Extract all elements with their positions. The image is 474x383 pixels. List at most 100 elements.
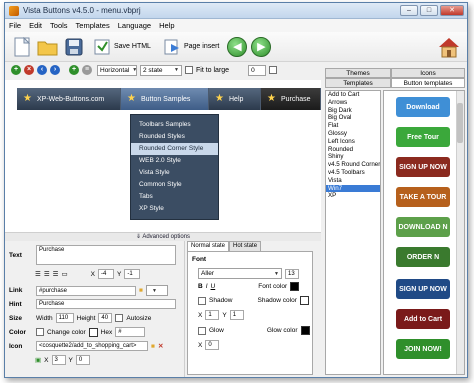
folder-icon[interactable]: ■	[151, 343, 155, 350]
hex-input[interactable]: #	[115, 327, 146, 337]
italic-icon[interactable]: I	[206, 283, 208, 290]
tab-hot-state[interactable]: Hot state	[229, 241, 262, 251]
tab-normal-state[interactable]: Normal state	[187, 241, 230, 251]
icon-path-input[interactable]: <cosquette2/add_to_shopping_cart>	[36, 341, 148, 351]
menu-templates[interactable]: Templates	[76, 21, 110, 30]
add-button[interactable]: +	[11, 65, 21, 75]
underline-icon[interactable]: U	[211, 283, 216, 290]
menu-file[interactable]: File	[9, 21, 21, 30]
scrollbar-thumb[interactable]	[457, 103, 463, 143]
theme-item[interactable]: Add to Cart	[326, 91, 380, 99]
align-right-icon[interactable]: ☰	[53, 270, 59, 278]
glow-checkbox[interactable]	[198, 326, 206, 335]
submenu-options-button[interactable]: ≡	[82, 65, 92, 75]
theme-item[interactable]: Big Dark	[326, 107, 380, 115]
move-left-button[interactable]: ‹	[37, 65, 47, 75]
theme-item[interactable]: Flat	[326, 122, 380, 130]
theme-item[interactable]: v4.5 Round Corner	[326, 161, 380, 169]
change-color-checkbox[interactable]	[36, 328, 44, 336]
advanced-options-toggle[interactable]: ⇓ Advanced options	[5, 232, 321, 241]
submenu-item[interactable]: Toolbars Samples	[131, 119, 218, 131]
save-button[interactable]	[63, 36, 85, 58]
bold-icon[interactable]: B	[198, 283, 203, 290]
theme-item-selected[interactable]: Win7	[326, 184, 380, 193]
menu-tools[interactable]: Tools	[50, 21, 68, 30]
back-button[interactable]: ◀	[227, 36, 248, 57]
theme-item[interactable]: Left Icons	[326, 138, 380, 146]
theme-item[interactable]: XP	[326, 192, 380, 200]
open-folder-button[interactable]	[37, 36, 59, 58]
maximize-button[interactable]: □	[420, 5, 438, 16]
template-button[interactable]: SIGN UP NOW	[396, 157, 450, 177]
tab-button-templates[interactable]: Button templates	[391, 78, 465, 88]
gallery-scrollbar[interactable]	[456, 91, 464, 374]
template-button[interactable]: JOIN NOW!	[396, 339, 450, 359]
theme-item[interactable]: Vista	[326, 177, 380, 185]
y-offset-input[interactable]: -1	[124, 269, 141, 279]
submenu-item[interactable]: Vista Style	[131, 167, 218, 179]
preview-button-samples[interactable]: ★ Button Samples	[121, 88, 209, 110]
template-button[interactable]: DOWNLOAD N	[396, 217, 450, 237]
submenu-item[interactable]: Common Style	[131, 179, 218, 191]
height-input[interactable]: 40	[98, 313, 113, 323]
hint-input[interactable]: Purchase	[36, 299, 176, 309]
font-color-swatch[interactable]	[290, 282, 300, 291]
new-file-button[interactable]	[11, 36, 33, 58]
tab-themes[interactable]: Themes	[325, 68, 391, 78]
valign-icon[interactable]: ▭	[61, 270, 67, 278]
autosize-checkbox[interactable]	[115, 314, 124, 322]
home-icon[interactable]	[437, 35, 461, 59]
spacing-checkbox[interactable]	[269, 66, 278, 74]
icon-x-input[interactable]: 3	[51, 355, 66, 365]
submenu-item-selected[interactable]: Rounded Corner Style	[131, 143, 218, 155]
preview-button-home[interactable]: ★ XP-Web-Buttons.com	[17, 88, 121, 110]
template-button[interactable]: Add to Cart	[396, 309, 450, 329]
align-left-icon[interactable]: ☰	[35, 270, 41, 278]
link-target-select[interactable]: ▼	[145, 285, 168, 296]
clear-icon[interactable]: ✕	[158, 342, 163, 350]
submenu-item[interactable]: WEB 2.0 Style	[131, 155, 218, 167]
x-offset-input[interactable]: -4	[97, 269, 114, 279]
menu-language[interactable]: Language	[118, 21, 151, 30]
align-center-icon[interactable]: ☰	[44, 270, 50, 278]
glow-size-input[interactable]: 0	[205, 340, 220, 350]
close-button[interactable]: ✕	[440, 5, 464, 16]
template-button[interactable]: SIGN UP NOW	[396, 279, 450, 299]
save-html-button[interactable]: Save HTML	[89, 36, 155, 58]
preview-button-help[interactable]: ★ Help	[209, 88, 261, 110]
delete-button[interactable]: ×	[24, 65, 34, 75]
forward-button[interactable]: ▶	[251, 36, 272, 57]
text-input[interactable]: Purchase	[36, 245, 176, 265]
page-insert-button[interactable]: Page insert	[159, 36, 223, 58]
template-button[interactable]: Free Tour	[396, 127, 450, 147]
shadow-y-input[interactable]: 1	[229, 310, 244, 320]
theme-item[interactable]: Glossy	[326, 130, 380, 138]
submenu-item[interactable]: Tabs	[131, 191, 218, 203]
icon-position-icon[interactable]: ▣	[35, 356, 41, 364]
move-right-button[interactable]: ›	[50, 65, 60, 75]
shadow-x-input[interactable]: 1	[205, 310, 220, 320]
submenu-item[interactable]: Rounded Styles	[131, 131, 218, 143]
theme-item[interactable]: Rounded	[326, 146, 380, 154]
theme-item[interactable]: Big Oval	[326, 114, 380, 122]
submenu-item[interactable]: XP Style	[131, 203, 218, 215]
color-swatch[interactable]	[88, 327, 98, 337]
fit-to-large-checkbox[interactable]	[185, 66, 193, 74]
tab-templates[interactable]: Templates	[325, 78, 391, 88]
minimize-button[interactable]: –	[400, 5, 418, 16]
folder-icon[interactable]: ■	[139, 287, 143, 294]
theme-item[interactable]: Shiny	[326, 153, 380, 161]
template-button[interactable]: ORDER N	[396, 247, 450, 267]
menu-help[interactable]: Help	[159, 21, 174, 30]
orientation-select[interactable]: Horizontal ▼	[97, 64, 137, 76]
menu-edit[interactable]: Edit	[29, 21, 42, 30]
template-button[interactable]: Download	[396, 97, 450, 117]
width-input[interactable]: 110	[55, 313, 74, 323]
glow-color-swatch[interactable]	[300, 326, 310, 335]
spacing-input[interactable]: 0	[248, 64, 267, 76]
add-submenu-button[interactable]: +	[69, 65, 79, 75]
font-select[interactable]: Aller ▼	[198, 268, 282, 279]
shadow-checkbox[interactable]	[198, 296, 206, 305]
template-button[interactable]: TAKE A TOUR	[396, 187, 450, 207]
preview-button-purchase[interactable]: ★ Purchase	[261, 88, 321, 110]
